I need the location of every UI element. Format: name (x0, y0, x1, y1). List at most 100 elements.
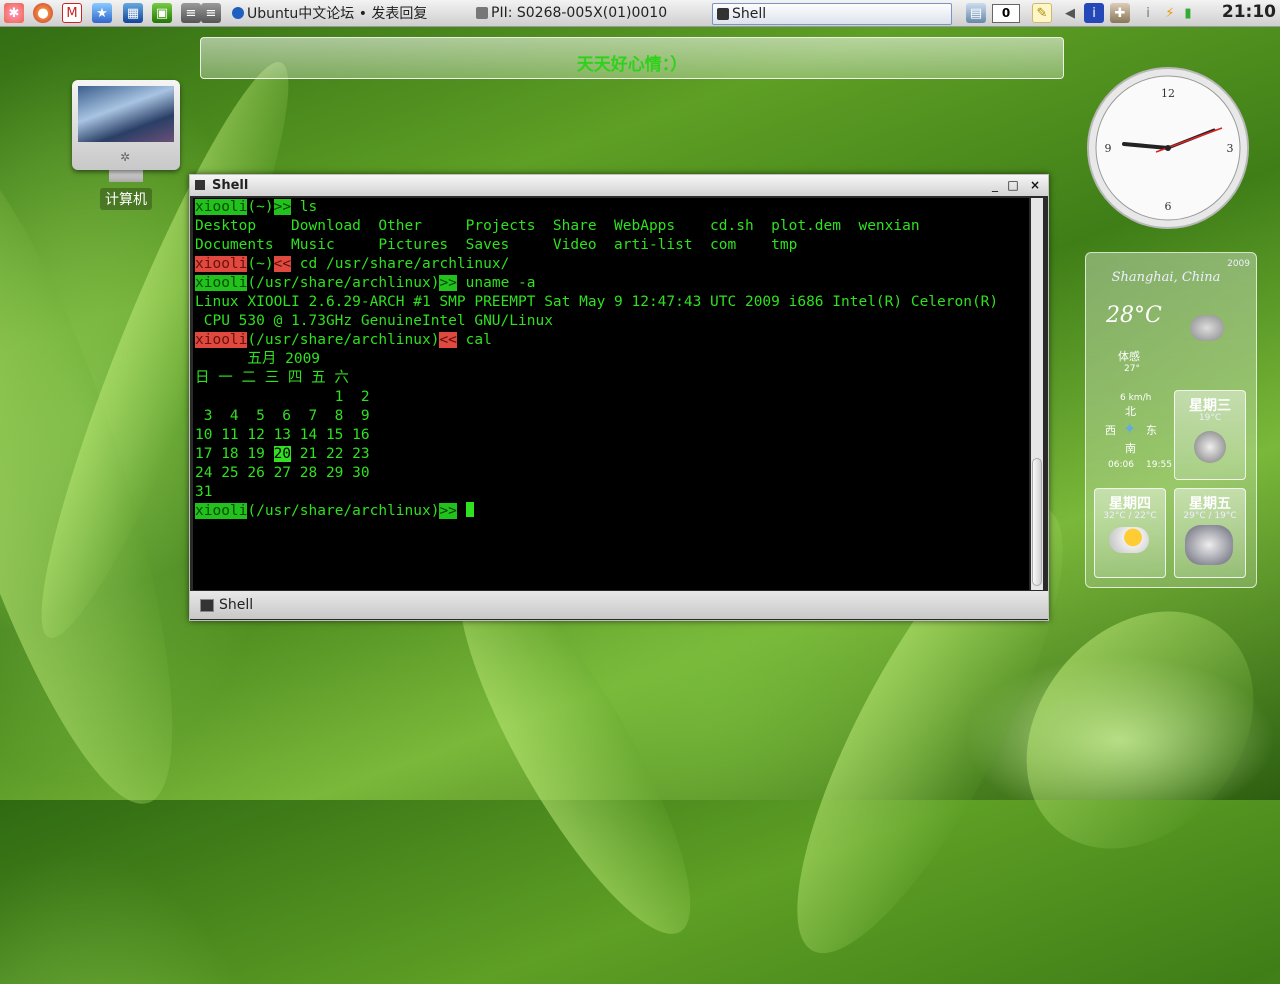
forecast-day: 星期四 (1109, 496, 1151, 512)
prompt-arrow: >> (273, 199, 292, 215)
desktop-icon-label: 计算机 (100, 188, 152, 210)
task-label: Shell (732, 6, 767, 22)
svg-text:12: 12 (1161, 87, 1175, 100)
task-label: Ubuntu中文论坛 • 发表回复 (247, 6, 428, 22)
forecast-card[interactable]: 星期三 19°C (1174, 390, 1246, 480)
compass-south: 南 (1125, 442, 1136, 455)
output-line: Documents Music Pictures Saves Video art… (195, 237, 798, 253)
terminal-icon[interactable] (195, 180, 205, 190)
power-icon[interactable]: ⚡ (1160, 3, 1180, 23)
tab-shell[interactable]: Shell (200, 595, 253, 615)
prompt-dir: (/usr/share/archlinux) (247, 332, 440, 348)
command-text: cd /usr/share/archlinux/ (299, 256, 510, 272)
drive2-icon[interactable]: ≡ (201, 3, 221, 23)
output-line: Linux XIOOLI 2.6.29-ARCH #1 SMP PREEMPT … (195, 294, 999, 310)
prompt-dir: (/usr/share/archlinux) (247, 503, 440, 519)
info-icon[interactable]: i (1084, 3, 1104, 23)
forecast-day: 星期三 (1189, 398, 1231, 414)
prompt-line: xiooli(/usr/share/archlinux)<< cal (195, 331, 492, 350)
prompt-user: xiooli (195, 199, 248, 215)
system-monitor-icon[interactable]: ▦ (123, 3, 143, 23)
forecast-range: 19°C (1198, 413, 1222, 423)
prompt-line: xiooli(~)<< cd /usr/share/archlinux/ (195, 255, 509, 274)
prompt-user: xiooli (195, 503, 248, 519)
forecast-range: 32°C / 22°C (1103, 511, 1157, 521)
sunset-time: 19:55 (1146, 460, 1172, 470)
maximize-button[interactable]: □ (1006, 178, 1020, 192)
feels-value: 27° (1124, 364, 1140, 374)
output-line: CPU 530 @ 1.73GHz GenuineIntel GNU/Linux (195, 313, 553, 329)
text-cursor (465, 502, 474, 517)
taskbar-item-shell[interactable]: Shell (712, 3, 952, 25)
kde-menu-icon[interactable]: ✱ (4, 3, 24, 23)
wind-direction-icon: ✦ (1123, 419, 1137, 438)
battery-icon[interactable]: ▮ (1178, 3, 1198, 23)
terminal-scrollbar[interactable] (1031, 198, 1043, 590)
output-line: 五月 2009 (195, 351, 321, 367)
output-line: 24 25 26 27 28 29 30 (195, 465, 370, 481)
top-panel: ✱ ● M ★ ▦ ▣ ≡ ≡ Ubuntu中文论坛 • 发表回复 PII: S… (0, 0, 1280, 27)
compass-west: 西 (1105, 424, 1116, 437)
terminal-icon (717, 8, 729, 20)
output-line: 31 (195, 484, 213, 500)
window-titlebar[interactable]: Shell _ □ × (190, 175, 1048, 196)
analog-clock-widget[interactable]: 12 3 6 9 (1086, 66, 1250, 230)
prompt-line: xiooli(/usr/share/archlinux)>> uname -a (195, 274, 536, 293)
prompt-line: xiooli(~)>> ls (195, 198, 317, 217)
scrollbar-thumb[interactable] (1032, 458, 1042, 586)
package-icon[interactable]: ✚ (1110, 3, 1130, 23)
wind-speed: 6 km/h (1120, 393, 1152, 403)
svg-text:3: 3 (1227, 142, 1234, 155)
help-icon[interactable]: i (1138, 3, 1158, 23)
compass-east: 东 (1146, 424, 1157, 437)
prompt-user: xiooli (195, 275, 248, 291)
output-line: 1 2 (195, 389, 370, 405)
weather-date: 2009 (1227, 259, 1250, 269)
message-bar: 天天好心情：） (200, 37, 1064, 79)
terminal-icon (200, 598, 214, 612)
computer-icon: ✲ (72, 80, 180, 170)
prompt-arrow: >> (439, 275, 457, 291)
prompt-dir: (~) (247, 256, 274, 272)
volume-icon[interactable]: ◀ (1060, 3, 1080, 23)
firefox-icon[interactable]: ● (33, 3, 53, 23)
gmail-icon[interactable]: M (62, 3, 82, 23)
message-text: 天天好心情：） (576, 55, 688, 75)
forecast-card[interactable]: 星期五 29°C / 19°C (1174, 488, 1246, 578)
command-text: ls (299, 199, 318, 215)
tray-counter[interactable]: 0 (992, 4, 1020, 23)
prompt-user: xiooli (195, 256, 248, 272)
terminal-tab-bar: Shell (190, 591, 1048, 619)
drive-icon[interactable]: ≡ (181, 3, 201, 23)
task-label: PII: S0268-005X(01)0010 (491, 5, 668, 21)
weather-city: Shanghai, China (1111, 270, 1221, 285)
prompt-dir: (/usr/share/archlinux) (247, 275, 440, 291)
notes-icon[interactable]: ✎ (1032, 3, 1052, 23)
bookmarks-icon[interactable]: ★ (92, 3, 112, 23)
minimize-button[interactable]: _ (988, 178, 1002, 192)
output-line: 日 一 二 三 四 五 六 (195, 370, 349, 386)
terminal-output[interactable]: xiooli(~)>> ls Desktop Download Other Pro… (193, 198, 1029, 590)
calendar-today: 20 (273, 446, 292, 462)
sunrise-time: 06:06 (1108, 460, 1134, 470)
document-icon (476, 7, 488, 19)
image-viewer-icon[interactable]: ▣ (152, 3, 172, 23)
network-icon[interactable]: ▤ (966, 3, 986, 23)
prompt-arrow: << (439, 332, 457, 348)
cloudy-night-icon (1194, 431, 1226, 463)
weather-widget[interactable]: 2009 Shanghai, China 28°C 体感 27° 6 km/h … (1085, 252, 1257, 588)
output-line: Desktop Download Other Projects Share We… (195, 218, 920, 234)
shell-window[interactable]: Shell _ □ × xiooli(~)>> ls Desktop Downlo… (189, 174, 1049, 621)
close-button[interactable]: × (1028, 178, 1042, 192)
forecast-card[interactable]: 星期四 32°C / 22°C (1094, 488, 1166, 578)
taskbar-item-forum[interactable]: Ubuntu中文论坛 • 发表回复 (232, 3, 472, 23)
cloudy-night-icon (1190, 315, 1224, 341)
current-temp: 28°C (1106, 303, 1162, 328)
tab-label: Shell (219, 597, 254, 613)
panel-clock[interactable]: 21:10 (1222, 2, 1276, 22)
command-text: uname -a (465, 275, 536, 291)
output-line: 10 11 12 13 14 15 16 (195, 427, 370, 443)
prompt-arrow: << (273, 256, 292, 272)
taskbar-item-pdf[interactable]: PII: S0268-005X(01)0010 (476, 3, 698, 23)
desktop-icon-computer[interactable]: ✲ 计算机 (72, 80, 180, 210)
